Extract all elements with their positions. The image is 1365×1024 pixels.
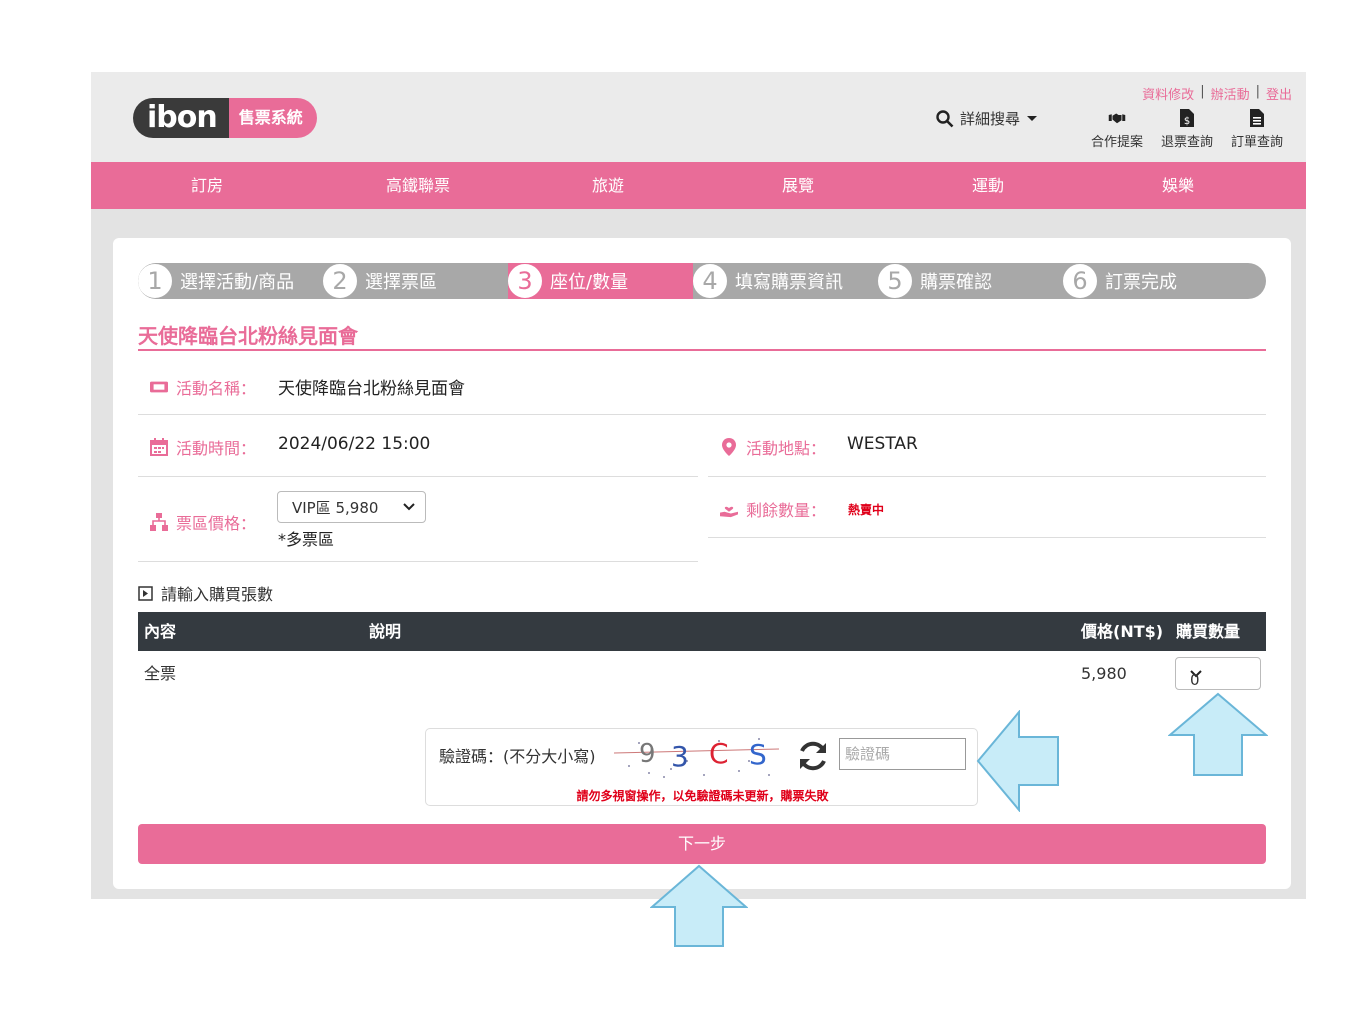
col-quantity: 購買數量 [1176, 622, 1241, 641]
caret-down-icon [1027, 115, 1038, 121]
event-name-value: 天使降臨台北粉絲見面會 [278, 379, 465, 399]
link-host-event[interactable]: 辦活動 [1211, 84, 1250, 103]
svg-text:$: $ [1184, 116, 1190, 127]
svg-text:S: S [749, 738, 767, 771]
chevron-down-icon [403, 503, 415, 511]
step-6: 6 訂票完成 [1063, 263, 1177, 299]
up-arrow-annotation-quantity [1168, 692, 1268, 776]
svg-text:9: 9 [639, 739, 656, 769]
nav-entertainment[interactable]: 娛樂 [1083, 162, 1273, 209]
link-logout[interactable]: 登出 [1266, 84, 1292, 103]
advanced-search-dropdown[interactable]: 詳細搜尋 [936, 108, 1038, 129]
table-row: 全票 5,980 0 [138, 651, 1266, 696]
sitemap-icon [150, 513, 168, 531]
table-header: 內容 說明 價格(NT$) 購買數量 [138, 612, 1266, 651]
col-description: 說明 [369, 622, 402, 641]
partnership-link[interactable]: 合作提案 [1087, 108, 1147, 150]
step-3-active: 3 座位/數量 [508, 263, 693, 299]
step-2: 2 選擇票區 [323, 263, 437, 299]
ticket-table: 內容 說明 價格(NT$) 購買數量 全票 5,980 0 [138, 612, 1266, 696]
nav-travel[interactable]: 旅遊 [513, 162, 703, 209]
event-name-label: 活動名稱： [150, 375, 256, 399]
quantity-select[interactable]: 0 [1175, 657, 1261, 690]
progress-steps: 1 選擇活動/商品 2 選擇票區 3 座位/數量 4 填寫購票資訊 5 購票確認 6 訂票完… [138, 263, 1266, 299]
nav-hsr-bundle[interactable]: 高鐵聯票 [323, 162, 513, 209]
top-links: 資料修改 | 辦活動 | 登出 [1142, 84, 1292, 103]
main-nav: 訂房 高鐵聯票 旅遊 展覽 運動 娛樂 [91, 162, 1306, 209]
captcha-box: 驗證碼：(不分大小寫) 9 3 C S 驗證碼 請勿多視窗操作，以免驗證碼未更新… [425, 728, 978, 806]
header-bar: ibon 售票系統 詳細搜尋 資料修改 | 辦活動 | 登出 合作提案 $ 退票… [91, 72, 1306, 162]
link-edit-profile[interactable]: 資料修改 [1142, 84, 1194, 103]
nav-hotel[interactable]: 訂房 [91, 162, 323, 209]
calendar-icon [150, 438, 168, 456]
refund-query-link[interactable]: $ 退票查詢 [1157, 108, 1217, 150]
row-content: 全票 [144, 664, 177, 683]
event-venue-value: WESTAR [847, 434, 918, 454]
order-query-link[interactable]: 訂單查詢 [1227, 108, 1287, 150]
refund-document-icon: $ [1180, 109, 1194, 127]
map-pin-icon [722, 438, 736, 456]
ticket-area-select[interactable]: VIP區 5,980 [277, 491, 426, 523]
page-frame: ibon 售票系統 詳細搜尋 資料修改 | 辦活動 | 登出 合作提案 $ 退票… [91, 72, 1306, 899]
ticket-price-label: 票區價格： [150, 510, 256, 534]
remaining-status: 熱賣中 [848, 503, 885, 517]
top-icon-links: 合作提案 $ 退票查詢 訂單查詢 [1087, 108, 1287, 150]
captcha-image: 9 3 C S [613, 737, 780, 778]
row-price: 5,980 [1081, 664, 1127, 683]
svg-text:3: 3 [671, 740, 689, 773]
next-step-button[interactable]: 下一步 [138, 824, 1266, 864]
multi-area-note: *多票區 [278, 530, 335, 549]
svg-text:C: C [709, 737, 729, 770]
ticket-icon [150, 381, 168, 393]
event-venue-label: 活動地點： [720, 435, 826, 459]
hand-heart-icon [720, 506, 738, 518]
event-time-label: 活動時間： [150, 435, 256, 459]
booking-card: 1 選擇活動/商品 2 選擇票區 3 座位/數量 4 填寫購票資訊 5 購票確認 6 訂票完… [113, 238, 1291, 889]
up-arrow-annotation-next [650, 864, 748, 947]
quantity-heading: 請輸入購買張數 [138, 581, 273, 605]
col-price: 價格(NT$) [1081, 622, 1164, 641]
ibon-logo[interactable]: ibon 售票系統 [133, 98, 317, 138]
step-5: 5 購票確認 [878, 263, 992, 299]
order-document-icon [1250, 109, 1264, 127]
event-time-value: 2024/06/22 15:00 [278, 434, 431, 454]
search-label: 詳細搜尋 [960, 110, 1021, 128]
remaining-label: 剩餘數量： [720, 497, 826, 521]
captcha-label: 驗證碼：(不分大小寫) [439, 747, 596, 766]
captcha-input[interactable]: 驗證碼 [839, 738, 966, 770]
event-title: 天使降臨台北粉絲見面會 [138, 324, 358, 348]
refresh-icon[interactable] [796, 739, 830, 773]
nav-sports[interactable]: 運動 [893, 162, 1083, 209]
col-content: 內容 [144, 622, 177, 641]
sign-in-icon [138, 585, 153, 601]
captcha-warning: 請勿多視窗操作，以免驗證碼未更新，購票失敗 [576, 789, 829, 803]
search-icon [936, 109, 954, 127]
nav-exhibition[interactable]: 展覽 [703, 162, 893, 209]
step-4: 4 填寫購票資訊 [693, 263, 843, 299]
handshake-icon [1108, 113, 1126, 124]
left-arrow-annotation [976, 710, 1059, 812]
step-1: 1 選擇活動/商品 [138, 263, 294, 299]
